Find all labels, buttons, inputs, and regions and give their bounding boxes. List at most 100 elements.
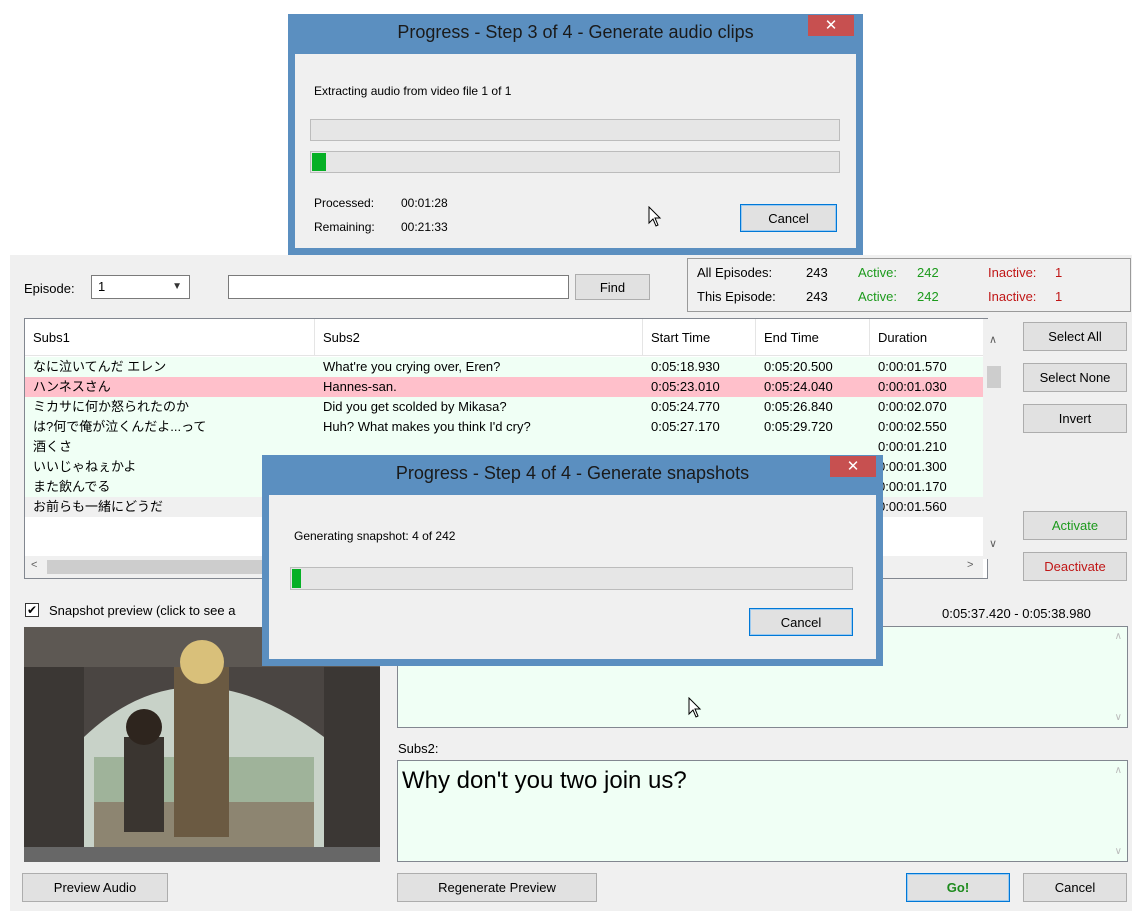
progress-fill [312,153,326,171]
scrollbar-thumb[interactable] [987,366,1001,388]
progress-bar-audio [310,151,840,173]
regenerate-preview-button[interactable]: Regenerate Preview [397,873,597,902]
table-row[interactable]: ハンネスさん Hannes-san. 0:05:23.010 0:05:24.0… [25,377,987,397]
cell-end-time: 0:05:29.720 [764,419,833,434]
cell-subs2: What're you crying over, Eren? [323,359,501,374]
active-all-label: Active: [858,265,898,280]
snapshot-preview-label[interactable]: Snapshot preview (click to see a [49,603,235,618]
go-button[interactable]: Go! [906,873,1010,902]
column-header-subs1[interactable]: Subs1 [25,319,315,356]
cell-start-time: 0:05:24.770 [651,399,720,414]
activate-button[interactable]: Activate [1023,511,1127,540]
subs2-textbox[interactable]: Why don't you two join us? ∧ ∨ [397,760,1128,862]
scroll-down-icon: ∨ [1114,846,1122,857]
remaining-label: Remaining: [314,220,375,234]
this-episode-label: This Episode: [697,289,776,304]
table-row[interactable]: なに泣いてんだ エレン What're you crying over, Ere… [25,357,987,377]
chevron-down-icon: ▼ [172,281,182,292]
scroll-down-icon: ∨ [1114,712,1122,723]
subs2-label: Subs2: [398,741,439,756]
cell-subs2: Hannes-san. [323,379,397,394]
table-row[interactable]: 酒くさ 0:00:01.210 [25,437,987,457]
close-icon[interactable]: ✕ [830,456,876,477]
dialog-cancel-button[interactable]: Cancel [749,608,853,636]
dialog-title: Progress - Step 3 of 4 - Generate audio … [397,22,754,42]
mouse-cursor-icon [648,206,662,227]
active-this-label: Active: [858,289,898,304]
inactive-all-label: Inactive: [988,265,1037,280]
dialog-title: Progress - Step 4 of 4 - Generate snapsh… [395,463,750,483]
find-button[interactable]: Find [575,274,650,300]
dialog-message: Extracting audio from video file 1 of 1 [314,84,512,98]
cell-end-time: 0:05:20.500 [764,359,833,374]
cell-end-time: 0:05:26.840 [764,399,833,414]
list-header: Subs1 Subs2 Start Time End Time Duration [25,319,987,356]
episode-dropdown[interactable]: 1 ▼ [91,275,190,299]
search-input[interactable] [228,275,569,299]
cell-subs2: Did you get scolded by Mikasa? [323,399,507,414]
processed-label: Processed: [314,196,375,210]
column-header-subs2[interactable]: Subs2 [315,319,643,356]
inactive-all-value: 1 [1055,265,1063,280]
cell-duration: 0:00:02.550 [878,419,947,434]
snapshot-preview-checkbox[interactable]: ✔ [25,603,39,617]
scroll-right-icon[interactable]: > [967,559,973,571]
vertical-scrollbar[interactable]: ∧ ∨ [983,319,1005,559]
dialog-cancel-button[interactable]: Cancel [740,204,837,232]
active-all-value: 242 [917,265,939,280]
invert-button[interactable]: Invert [1023,404,1127,433]
cell-duration: 0:00:01.030 [878,379,947,394]
processed-value: 00:01:28 [401,196,448,210]
snapshot-progress-dialog: Progress - Step 4 of 4 - Generate snapsh… [262,455,883,666]
deactivate-button[interactable]: Deactivate [1023,552,1127,581]
active-this-value: 242 [917,289,939,304]
cell-start-time: 0:05:23.010 [651,379,720,394]
episode-label: Episode: [24,281,75,296]
this-episode-value: 243 [806,289,828,304]
column-header-start-time[interactable]: Start Time [643,319,756,356]
subs2-text: Why don't you two join us? [402,767,687,794]
all-episodes-label: All Episodes: [697,265,773,280]
mouse-cursor-icon [688,697,702,718]
cell-duration: 0:00:01.210 [878,439,947,454]
cell-start-time: 0:05:27.170 [651,419,720,434]
cell-duration: 0:00:01.300 [878,459,947,474]
all-episodes-value: 243 [806,265,828,280]
audio-progress-dialog: Progress - Step 3 of 4 - Generate audio … [288,14,863,255]
column-header-end-time[interactable]: End Time [756,319,870,356]
cell-duration: 0:00:01.170 [878,479,947,494]
cell-subs1: ハンネスさん [33,379,111,394]
progress-fill [292,569,302,588]
progress-bar-file [310,119,840,141]
cancel-button[interactable]: Cancel [1023,873,1127,902]
cell-subs1: なに泣いてんだ エレン [33,359,167,374]
inactive-this-value: 1 [1055,289,1063,304]
cell-subs2: Huh? What makes you think I'd cry? [323,419,531,434]
scroll-left-icon[interactable]: < [31,559,37,571]
dialog-body: Generating snapshot: 4 of 242 Cancel [269,495,876,659]
cell-subs1: ミカサに何か怒られたのか [33,399,190,414]
inactive-this-label: Inactive: [988,289,1037,304]
preview-time-range: 0:05:37.420 - 0:05:38.980 [942,606,1091,621]
episode-value: 1 [98,279,106,294]
scroll-down-icon[interactable]: ∨ [989,537,997,550]
select-all-button[interactable]: Select All [1023,322,1127,351]
scroll-up-icon: ∧ [1114,765,1122,776]
cell-start-time: 0:05:18.930 [651,359,720,374]
progress-bar-snapshots [290,567,853,590]
remaining-value: 00:21:33 [401,220,448,234]
column-header-duration[interactable]: Duration [870,319,986,356]
select-none-button[interactable]: Select None [1023,363,1127,392]
table-row[interactable]: ミカサに何か怒られたのか Did you get scolded by Mika… [25,397,987,417]
scroll-up-icon: ∧ [1114,631,1122,642]
scroll-up-icon[interactable]: ∧ [989,333,997,346]
dialog-message: Generating snapshot: 4 of 242 [294,529,456,543]
table-row[interactable]: は?何で俺が泣くんだよ...って Huh? What makes you thi… [25,417,987,437]
cell-duration: 0:00:01.570 [878,359,947,374]
preview-audio-button[interactable]: Preview Audio [22,873,168,902]
cell-duration: 0:00:02.070 [878,399,947,414]
close-icon[interactable]: ✕ [808,15,854,36]
cell-subs1: 酒くさ [33,439,73,454]
cell-duration: 0:00:01.560 [878,499,947,514]
cell-end-time: 0:05:24.040 [764,379,833,394]
